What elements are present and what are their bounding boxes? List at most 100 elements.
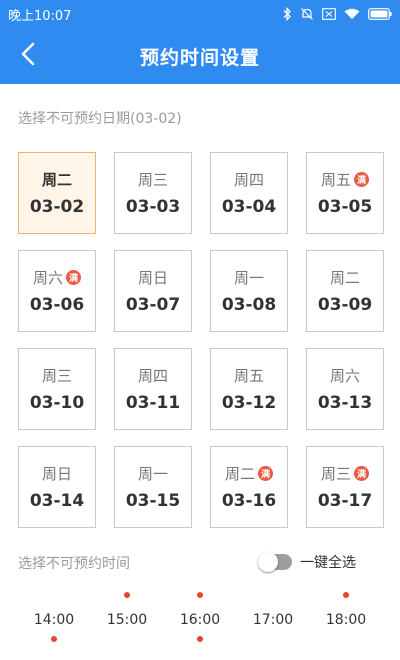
date-label: 03-14: [29, 491, 85, 511]
time-section-label: 选择不可预约时间: [18, 556, 130, 572]
date-cell[interactable]: 周一 03-08: [210, 250, 288, 332]
date-cell[interactable]: 周日 03-07: [114, 250, 192, 332]
date-cell[interactable]: 周一 03-15: [114, 446, 192, 528]
date-label: 03-02: [29, 197, 85, 217]
date-label: 03-16: [221, 491, 277, 511]
date-cell[interactable]: 周四 03-11: [114, 348, 192, 430]
date-cell[interactable]: 周六满 03-06: [18, 250, 96, 332]
status-time: 晚上10:07: [8, 8, 72, 24]
date-cell[interactable]: 周五满 03-05: [306, 152, 384, 234]
date-label: 03-10: [29, 393, 85, 413]
marker-dot-icon: [197, 636, 203, 642]
marker-dot-icon: [51, 636, 57, 642]
mute-icon: [300, 7, 314, 21]
date-label: 03-11: [125, 393, 181, 413]
time-label: 16:00: [179, 612, 221, 628]
marker-dot-icon: [124, 592, 130, 598]
weekday-label: 周一: [233, 268, 264, 287]
weekday-label: 周一: [137, 464, 168, 483]
weekday-label: 周日: [41, 464, 72, 483]
weekday-label: 周五: [320, 170, 351, 189]
date-cell[interactable]: 周六 03-13: [306, 348, 384, 430]
date-label: 03-09: [317, 295, 373, 315]
status-icons: [282, 7, 392, 21]
weekday-row: 周三: [138, 169, 168, 189]
date-label: 03-06: [29, 295, 85, 315]
weekday-row: 周二: [42, 169, 72, 189]
weekday-label: 周六: [329, 366, 360, 385]
marker-dot-icon: [343, 592, 349, 598]
date-cell[interactable]: 周三满 03-17: [306, 446, 384, 528]
date-cell[interactable]: 周二 03-02: [18, 152, 96, 234]
date-grid: 周二 03-02 周三 03-03 周四 03-04 周五满 03-05 周六满 03-06 周日 0…: [18, 152, 388, 532]
date-label: 03-08: [221, 295, 277, 315]
date-section-label: 选择不可预约日期(03-02): [18, 111, 182, 127]
date-label: 03-07: [125, 295, 181, 315]
select-all-control: 一键全选: [258, 552, 356, 572]
full-badge: 满: [354, 465, 369, 481]
app-bar: 预约时间设置: [0, 28, 400, 84]
time-label: 14:00: [33, 612, 75, 628]
date-label: 03-03: [125, 197, 181, 217]
bluetooth-icon: [282, 7, 292, 21]
weekday-row: 周四: [138, 365, 168, 385]
weekday-label: 周五: [233, 366, 264, 385]
weekday-label: 周二: [224, 464, 255, 483]
weekday-label: 周三: [41, 366, 72, 385]
weekday-row: 周日: [138, 267, 168, 287]
full-badge: 满: [354, 171, 369, 187]
weekday-row: 周六满: [33, 267, 81, 287]
weekday-row: 周六: [330, 365, 360, 385]
full-badge: 满: [66, 269, 81, 285]
weekday-row: 周日: [42, 463, 72, 483]
date-cell[interactable]: 周日 03-14: [18, 446, 96, 528]
time-label: 17:00: [252, 612, 294, 628]
time-slot[interactable]: 14:00: [24, 590, 84, 646]
page-title: 预约时间设置: [139, 46, 260, 69]
sim-card-icon: [322, 8, 336, 20]
date-cell[interactable]: 周三 03-10: [18, 348, 96, 430]
weekday-label: 周三: [137, 170, 168, 189]
battery-icon: [368, 8, 392, 20]
weekday-label: 周三: [320, 464, 351, 483]
weekday-label: 周六: [32, 268, 63, 287]
weekday-row: 周二: [330, 267, 360, 287]
date-label: 03-17: [317, 491, 373, 511]
date-cell[interactable]: 周二满 03-16: [210, 446, 288, 528]
date-label: 03-15: [125, 491, 181, 511]
time-slot[interactable]: 15:00: [97, 590, 157, 646]
time-slot[interactable]: 16:00: [170, 590, 230, 646]
wifi-icon: [344, 8, 360, 20]
back-button[interactable]: [12, 40, 44, 72]
weekday-label: 周四: [233, 170, 264, 189]
weekday-label: 周四: [137, 366, 168, 385]
time-label: 18:00: [325, 612, 367, 628]
chevron-left-icon: [20, 42, 36, 70]
date-cell[interactable]: 周五 03-12: [210, 348, 288, 430]
date-label: 03-04: [221, 197, 277, 217]
date-cell[interactable]: 周二 03-09: [306, 250, 384, 332]
weekday-row: 周一: [138, 463, 168, 483]
select-all-label: 一键全选: [300, 555, 356, 571]
date-label: 03-05: [317, 197, 373, 217]
time-slot[interactable]: 18:00: [316, 590, 376, 646]
date-cell[interactable]: 周四 03-04: [210, 152, 288, 234]
time-slot[interactable]: 17:00: [243, 590, 303, 646]
weekday-row: 周五满: [321, 169, 369, 189]
weekday-row: 周五: [234, 365, 264, 385]
time-label: 15:00: [106, 612, 148, 628]
weekday-row: 周四: [234, 169, 264, 189]
date-cell[interactable]: 周三 03-03: [114, 152, 192, 234]
marker-dot-icon: [197, 592, 203, 598]
weekday-row: 周二满: [225, 463, 273, 483]
weekday-label: 周日: [137, 268, 168, 287]
select-all-toggle[interactable]: [258, 552, 292, 572]
weekday-row: 周三: [42, 365, 72, 385]
weekday-label: 周二: [41, 170, 72, 189]
weekday-row: 周三满: [321, 463, 369, 483]
weekday-label: 周二: [329, 268, 360, 287]
date-label: 03-13: [317, 393, 373, 413]
date-label: 03-12: [221, 393, 277, 413]
status-bar: 晚上10:07: [0, 0, 400, 28]
full-badge: 满: [258, 465, 273, 481]
